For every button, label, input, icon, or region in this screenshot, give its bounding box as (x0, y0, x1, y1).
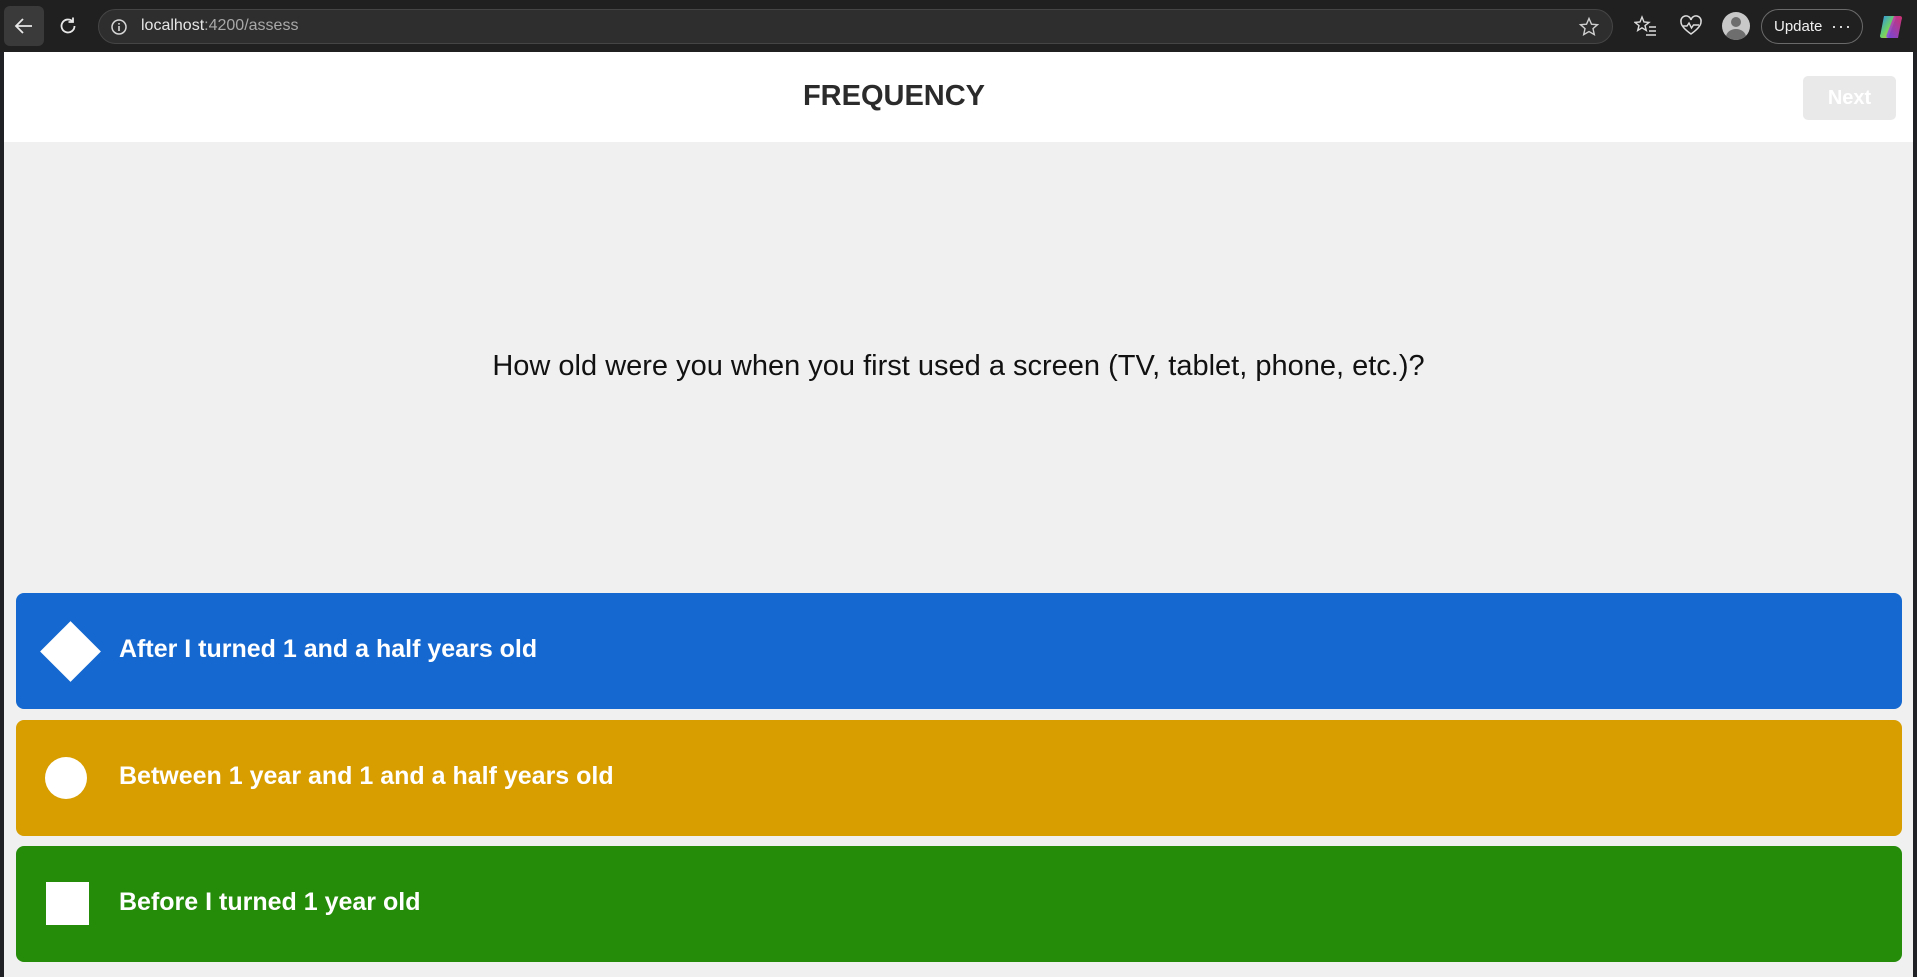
diamond-icon (40, 621, 101, 682)
favorite-star-icon[interactable] (1578, 16, 1600, 43)
avatar-head (1731, 17, 1741, 27)
avatar-body (1726, 29, 1746, 40)
page-title: FREQUENCY (802, 80, 986, 112)
next-button[interactable]: Next (1803, 76, 1896, 120)
browser-essentials-icon[interactable] (1677, 12, 1705, 40)
page-header: FREQUENCY Next (4, 52, 1913, 142)
assessment-page: FREQUENCY Next How old were you when you… (4, 52, 1913, 977)
answer-option-diamond[interactable]: After I turned 1 and a half years old (16, 593, 1902, 709)
url-text[interactable]: localhost:4200/assess (141, 17, 298, 35)
browser-toolbar: localhost:4200/assess Update ··· (0, 0, 1917, 52)
address-bar[interactable]: localhost:4200/assess (98, 9, 1613, 44)
answer-label: Before I turned 1 year old (119, 888, 421, 916)
favorites-icon[interactable] (1632, 12, 1660, 40)
answer-label: After I turned 1 and a half years old (119, 635, 538, 663)
answer-label: Between 1 year and 1 and a half years ol… (119, 762, 614, 790)
question-text: How old were you when you first used a s… (492, 350, 1425, 382)
update-button[interactable]: Update ··· (1761, 9, 1863, 44)
copilot-icon[interactable] (1876, 12, 1906, 42)
square-icon (46, 882, 89, 925)
circle-icon (45, 757, 87, 799)
back-arrow-icon (14, 18, 32, 34)
reload-icon (60, 17, 76, 34)
url-path: :4200/assess (204, 17, 299, 34)
update-label: Update (1774, 18, 1823, 35)
reload-button[interactable] (48, 6, 88, 46)
answer-option-square[interactable]: Before I turned 1 year old (16, 846, 1902, 962)
site-info-icon[interactable] (110, 18, 128, 41)
url-host: localhost (141, 17, 205, 34)
profile-avatar[interactable] (1722, 12, 1750, 40)
back-button[interactable] (4, 6, 44, 46)
more-options-icon[interactable]: ··· (1831, 16, 1852, 37)
answer-option-circle[interactable]: Between 1 year and 1 and a half years ol… (16, 720, 1902, 836)
